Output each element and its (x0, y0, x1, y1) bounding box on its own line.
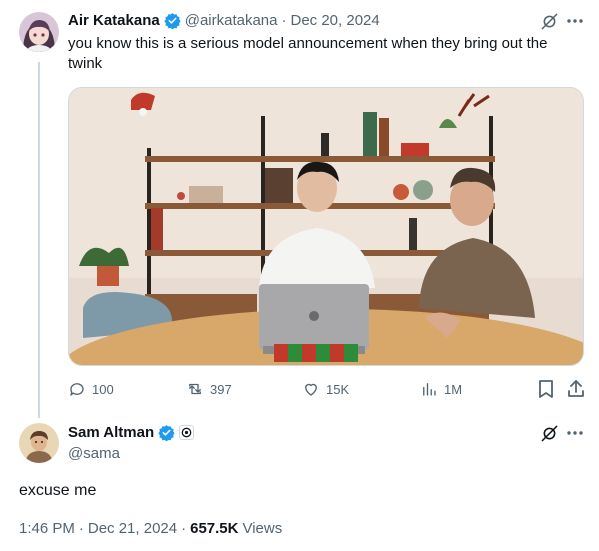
share-icon[interactable] (567, 379, 585, 398)
tweet2-date[interactable]: Dec 21, 2024 (88, 520, 177, 537)
tweet1-dot: · (281, 12, 287, 29)
retweet-button[interactable]: 397 (186, 380, 232, 398)
like-button[interactable]: 15K (302, 380, 349, 398)
air-katakana-avatar[interactable] (19, 12, 59, 52)
tweet2-dot: · (78, 520, 84, 537)
views-count: 1M (444, 381, 463, 397)
like-count: 15K (326, 381, 350, 397)
more-options-icon[interactable] (566, 18, 584, 24)
tweet2-dot-2: · (181, 520, 187, 537)
tweet2-meta: 1:46 PM · Dec 21, 2024 · 657.5K Views (19, 520, 282, 537)
tweet1-author-name[interactable]: Air Katakana (68, 12, 160, 29)
tweet2-author-name[interactable]: Sam Altman (68, 424, 154, 441)
tweet1-video[interactable] (68, 87, 584, 366)
tweet1-header: Air Katakana @airkatakana · Dec 20, 2024 (68, 12, 380, 30)
reply-count: 100 (92, 381, 114, 397)
grok-icon[interactable] (540, 12, 559, 31)
tweet2-handle[interactable]: @sama (68, 445, 120, 462)
tweet2-text: excuse me (19, 482, 97, 499)
tweet2-views-label: Views (242, 520, 283, 537)
views-button[interactable]: 1M (420, 380, 462, 398)
tweet2-views-count: 657.5K (190, 520, 239, 537)
verified-badge-icon[interactable] (164, 12, 181, 30)
tweet2-header: Sam Altman (68, 424, 195, 442)
verified-badge-icon[interactable] (158, 424, 175, 442)
retweet-count: 397 (210, 381, 232, 397)
sam-altman-avatar[interactable] (19, 423, 59, 463)
openai-affiliate-badge-icon[interactable] (179, 425, 195, 440)
more-options-icon[interactable] (566, 430, 584, 436)
thread-line (38, 62, 40, 418)
grok-icon[interactable] (540, 424, 559, 443)
tweet1-date[interactable]: Dec 20, 2024 (291, 12, 380, 29)
reply-button[interactable]: 100 (68, 380, 114, 398)
tweet2-time[interactable]: 1:46 PM (19, 520, 75, 537)
tweet1-text: you know this is a serious model announc… (68, 35, 548, 72)
bookmark-icon[interactable] (538, 380, 554, 398)
tweet1-handle[interactable]: @airkatakana (185, 12, 278, 29)
